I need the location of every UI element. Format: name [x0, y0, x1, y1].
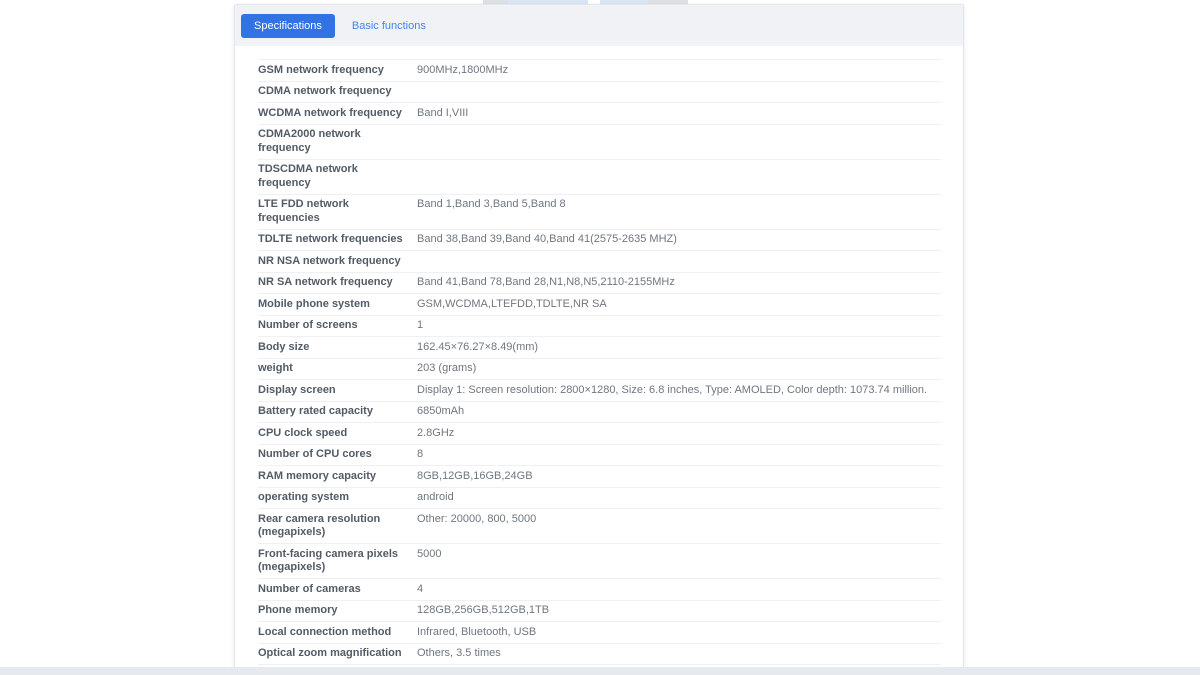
- table-row: GSM network frequency900MHz,1800MHz: [258, 60, 941, 82]
- table-row: weight203 (grams): [258, 359, 941, 381]
- spec-label: RAM memory capacity: [258, 470, 417, 484]
- spec-table: GSM network frequency900MHz,1800MHzCDMA …: [258, 59, 941, 675]
- spec-value: Other: 20000, 800, 5000: [417, 513, 941, 527]
- spec-label: Number of CPU cores: [258, 448, 417, 462]
- spec-value: [417, 85, 941, 99]
- spec-label: LTE FDD network frequencies: [258, 198, 417, 225]
- spec-label: GSM network frequency: [258, 64, 417, 78]
- table-row: Rear camera resolution (megapixels)Other…: [258, 509, 941, 544]
- spec-value: GSM,WCDMA,LTEFDD,TDLTE,NR SA: [417, 298, 941, 312]
- table-row: Battery rated capacity6850mAh: [258, 402, 941, 424]
- spec-label: Rear camera resolution (megapixels): [258, 513, 417, 540]
- table-row: Optical zoom magnificationOthers, 3.5 ti…: [258, 644, 941, 666]
- spec-value: Infrared, Bluetooth, USB: [417, 626, 941, 640]
- table-row: Number of cameras4: [258, 579, 941, 601]
- table-row: operating systemandroid: [258, 488, 941, 510]
- spec-value: 1: [417, 319, 941, 333]
- spec-label: NR NSA network frequency: [258, 255, 417, 269]
- spec-label: Phone memory: [258, 604, 417, 618]
- table-row: RAM memory capacity8GB,12GB,16GB,24GB: [258, 466, 941, 488]
- table-row: Front-facing camera pixels (megapixels)5…: [258, 544, 941, 579]
- spec-value: 128GB,256GB,512GB,1TB: [417, 604, 941, 618]
- spec-label: Front-facing camera pixels (megapixels): [258, 548, 417, 575]
- tab-basic-functions[interactable]: Basic functions: [352, 20, 426, 32]
- spec-label: CPU clock speed: [258, 427, 417, 441]
- spec-value: [417, 255, 941, 269]
- spec-value: 900MHz,1800MHz: [417, 64, 941, 78]
- spec-value: 4: [417, 583, 941, 597]
- table-row: TDSCDMA network frequency: [258, 160, 941, 195]
- spec-label: TDLTE network frequencies: [258, 233, 417, 247]
- spec-value: 6850mAh: [417, 405, 941, 419]
- spec-value: Band 38,Band 39,Band 40,Band 41(2575-263…: [417, 233, 941, 247]
- spec-label: NR SA network frequency: [258, 276, 417, 290]
- spec-label: operating system: [258, 491, 417, 505]
- tab-bar: Specifications Basic functions: [235, 5, 963, 46]
- table-row: NR SA network frequencyBand 41,Band 78,B…: [258, 273, 941, 295]
- spec-value: 203 (grams): [417, 362, 941, 376]
- spec-label: Display screen: [258, 384, 417, 398]
- table-row: Phone memory128GB,256GB,512GB,1TB: [258, 601, 941, 623]
- tab-specifications[interactable]: Specifications: [241, 14, 335, 38]
- table-row: Display screenDisplay 1: Screen resoluti…: [258, 380, 941, 402]
- page: Specifications Basic functions GSM netwo…: [0, 0, 1200, 675]
- spec-value: [417, 128, 941, 142]
- spec-value: 2.8GHz: [417, 427, 941, 441]
- spec-value: Display 1: Screen resolution: 2800×1280,…: [417, 384, 941, 398]
- spec-label: Number of cameras: [258, 583, 417, 597]
- table-row: Mobile phone systemGSM,WCDMA,LTEFDD,TDLT…: [258, 294, 941, 316]
- spec-label: weight: [258, 362, 417, 376]
- spec-label: CDMA network frequency: [258, 85, 417, 99]
- spec-label: TDSCDMA network frequency: [258, 163, 417, 190]
- table-row: LTE FDD network frequenciesBand 1,Band 3…: [258, 195, 941, 230]
- table-row: CPU clock speed2.8GHz: [258, 423, 941, 445]
- table-row: WCDMA network frequencyBand I,VIII: [258, 103, 941, 125]
- table-row: Local connection methodInfrared, Bluetoo…: [258, 622, 941, 644]
- spec-label: WCDMA network frequency: [258, 107, 417, 121]
- spec-value: [417, 163, 941, 177]
- spec-card: Specifications Basic functions GSM netwo…: [234, 4, 964, 668]
- spec-label: Optical zoom magnification: [258, 647, 417, 661]
- table-row: Number of CPU cores8: [258, 445, 941, 467]
- table-row: TDLTE network frequenciesBand 38,Band 39…: [258, 230, 941, 252]
- table-row: CDMA network frequency: [258, 82, 941, 104]
- table-row: CDMA2000 network frequency: [258, 125, 941, 160]
- spec-value: android: [417, 491, 941, 505]
- spec-value: Band I,VIII: [417, 107, 941, 121]
- spec-value: Others, 3.5 times: [417, 647, 941, 661]
- spec-label: Body size: [258, 341, 417, 355]
- spec-value: Band 1,Band 3,Band 5,Band 8: [417, 198, 941, 212]
- table-row: Number of screens1: [258, 316, 941, 338]
- spec-label: Local connection method: [258, 626, 417, 640]
- spec-value: 5000: [417, 548, 941, 562]
- spec-label: Mobile phone system: [258, 298, 417, 312]
- spec-value: 8: [417, 448, 941, 462]
- table-row: Body size162.45×76.27×8.49(mm): [258, 337, 941, 359]
- spec-label: Number of screens: [258, 319, 417, 333]
- spec-label: Battery rated capacity: [258, 405, 417, 419]
- spec-label: CDMA2000 network frequency: [258, 128, 417, 155]
- spec-value: 8GB,12GB,16GB,24GB: [417, 470, 941, 484]
- table-row: NR NSA network frequency: [258, 251, 941, 273]
- spec-value: Band 41,Band 78,Band 28,N1,N8,N5,2110-21…: [417, 276, 941, 290]
- page-bottom-strip: [0, 667, 1200, 675]
- spec-value: 162.45×76.27×8.49(mm): [417, 341, 941, 355]
